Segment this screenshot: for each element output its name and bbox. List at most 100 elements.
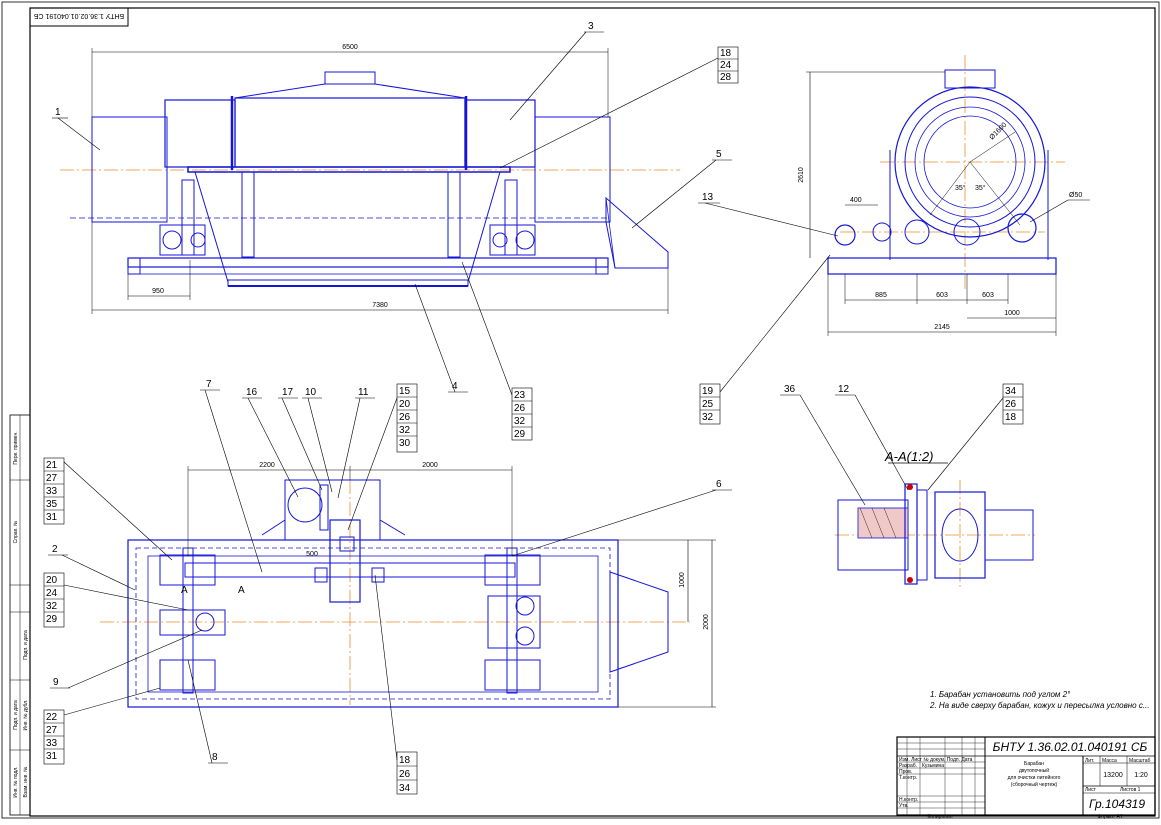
sheet-label: Лист — [1085, 787, 1097, 793]
callout-28-a: 28 — [720, 72, 732, 83]
callouts-section: 36 12 34 26 18 — [780, 383, 1024, 506]
callout-26-d: 26 — [1005, 399, 1017, 410]
callout-5: 5 — [716, 149, 722, 160]
side-label-3: Инв. № дубл. — [23, 700, 29, 731]
callout-20-a: 20 — [399, 399, 411, 410]
drawing-sheet: БНТУ 1.36.02.01.040191 СБ Перв. примен. … — [0, 0, 1161, 820]
callout-13: 13 — [702, 192, 714, 203]
callout-12: 12 — [838, 384, 850, 395]
callout-10: 10 — [305, 387, 317, 398]
callout-34-a: 34 — [1005, 386, 1017, 397]
note-2: 2. На виде сверху барабан, кожух и перес… — [929, 701, 1150, 710]
dim-2200: 2200 — [259, 462, 275, 469]
side-view: Ø1600 35° 35° 2610 400 Ø50 885 603 603 1… — [798, 55, 1090, 336]
dim-d50: Ø50 — [1069, 192, 1082, 199]
callout-24-b: 24 — [46, 588, 58, 599]
group-code: Гр.104319 — [1089, 797, 1145, 811]
title-block: Изм. Лист № докум. Подп. Дата Разраб. Пр… — [896, 736, 1156, 820]
callout-9: 9 — [53, 677, 59, 688]
callout-32-a: 32 — [514, 416, 526, 427]
mirrored-code: БНТУ 1.36.02.01.040191 СБ — [33, 12, 124, 19]
callout-30: 30 — [399, 438, 411, 449]
scale-header: Масштаб — [1129, 758, 1151, 764]
format-label: Формат А1 — [1097, 814, 1122, 820]
callout-33-b: 33 — [46, 738, 58, 749]
callout-20-b: 20 — [46, 575, 58, 586]
drawing-code: БНТУ 1.36.02.01.040191 СБ — [993, 740, 1148, 754]
callout-18-a: 18 — [720, 48, 732, 59]
dim-885: 885 — [875, 292, 887, 299]
callout-7: 7 — [206, 379, 212, 390]
front-view: 6500 950 7380 — [60, 44, 680, 314]
note-1: 1. Барабан установить под углом 2° — [930, 690, 1071, 699]
section-mark-a-left: A — [181, 585, 188, 596]
title-line-2: для очистки литейного — [1008, 774, 1061, 781]
section-a-a: A-A(1:2) — [835, 449, 1035, 590]
scale-value: 1:20 — [1134, 772, 1148, 779]
callout-32-c: 32 — [399, 425, 411, 436]
dim-950: 950 — [152, 288, 164, 295]
section-mark-a-right: A — [238, 585, 245, 596]
callout-32-d: 32 — [46, 601, 58, 612]
callout-29-a: 29 — [514, 429, 526, 440]
callout-2: 2 — [52, 544, 58, 555]
dim-7380: 7380 — [372, 302, 388, 309]
dim-2610: 2610 — [798, 167, 805, 183]
callout-36: 36 — [784, 384, 796, 395]
dim-2145: 2145 — [934, 324, 950, 331]
dim-35b: 35° — [975, 184, 986, 192]
callout-32-b: 32 — [702, 412, 714, 423]
callout-6: 6 — [716, 479, 722, 490]
side-strip: Перв. примен. Справ. № Подп. и дата Инв.… — [9, 414, 31, 816]
dim-6500: 6500 — [342, 44, 358, 51]
callout-26-c: 26 — [399, 769, 411, 780]
callout-11: 11 — [358, 387, 369, 398]
dim-500: 500 — [306, 551, 318, 558]
callout-19: 19 — [702, 386, 714, 397]
callout-29-b: 29 — [46, 614, 58, 625]
side-label-1: Справ. № — [13, 521, 19, 544]
callout-22: 22 — [46, 712, 58, 723]
callout-27-b: 27 — [46, 725, 58, 736]
callouts-plan: 7 16 17 10 11 15 20 26 32 30 6 21 27 33 … — [43, 379, 732, 795]
callouts-side: 13 19 25 32 — [698, 192, 839, 425]
callout-3: 3 — [588, 21, 594, 32]
dim-400: 400 — [850, 197, 862, 204]
callout-31-b: 31 — [46, 751, 58, 762]
dim-1000: 1000 — [1004, 310, 1020, 317]
side-label-0: Перв. примен. — [13, 431, 19, 464]
dim-35a: 35° — [955, 184, 966, 192]
assembly-drawing: БНТУ 1.36.02.01.040191 СБ Перв. примен. … — [1, 1, 1160, 820]
callout-8: 8 — [212, 752, 218, 763]
callout-27-a: 27 — [46, 473, 58, 484]
title-line-3: (сборочный чертеж) — [1011, 781, 1058, 788]
side-label-4: Взам. инв. № — [23, 767, 29, 798]
callouts-front: 1 3 18 24 28 5 4 23 26 32 29 — [52, 21, 739, 441]
dim-2000: 2000 — [422, 462, 438, 469]
callout-35: 35 — [46, 499, 58, 510]
callout-4: 4 — [452, 381, 458, 392]
callout-17: 17 — [282, 387, 294, 398]
tb-row-3: Т.контр. — [899, 775, 917, 781]
callout-26-a: 26 — [514, 403, 526, 414]
tb-name: Кузьмина — [922, 763, 944, 769]
callout-16: 16 — [246, 387, 258, 398]
callout-25: 25 — [702, 399, 714, 410]
dim-1000-plan: 1000 — [679, 572, 686, 588]
callout-1: 1 — [55, 107, 61, 118]
sheets-label: Листов 1 — [1120, 787, 1141, 793]
dim-603b: 603 — [982, 292, 994, 299]
section-title: A-A(1:2) — [884, 449, 933, 464]
mass-header: Масса — [1102, 758, 1117, 764]
title-line-1: двутопочный — [1019, 767, 1049, 774]
callout-24-a: 24 — [720, 60, 732, 71]
copied-label: Копировал — [927, 814, 952, 820]
dim-2000-plan: 2000 — [703, 614, 710, 630]
plan-view: 2200 2000 500 1000 2000 A A — [100, 462, 716, 708]
side-label-5: Подп. и дата — [13, 700, 19, 730]
tb-row-5: Утв. — [899, 803, 909, 809]
callout-15: 15 — [399, 386, 411, 397]
dim-603a: 603 — [936, 292, 948, 299]
callout-26-b: 26 — [399, 412, 411, 423]
callout-21: 21 — [46, 460, 58, 471]
